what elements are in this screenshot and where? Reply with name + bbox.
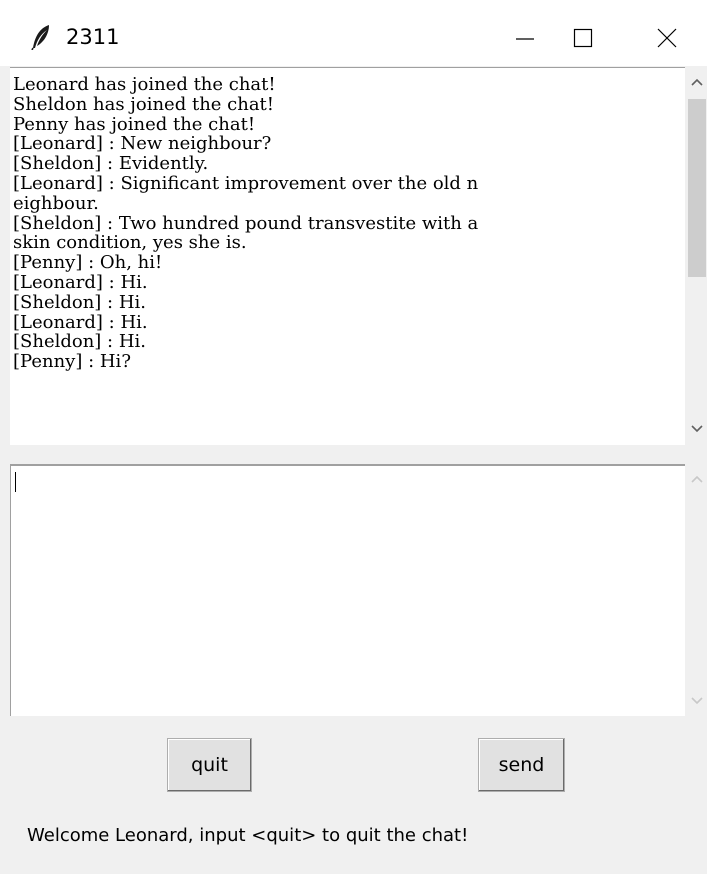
chat-line: [Leonard] : Hi. — [13, 311, 148, 333]
maximize-button[interactable] — [548, 10, 618, 66]
chat-log-scrollbar[interactable] — [686, 67, 707, 444]
minimize-icon — [515, 28, 535, 48]
chat-line: [Leonard] : New neighbour? — [13, 133, 272, 155]
chat-line: eighbour. — [13, 192, 99, 214]
close-icon — [657, 28, 677, 48]
window-title: 2311 — [66, 25, 120, 49]
quit-button[interactable]: quit — [167, 738, 252, 792]
send-button[interactable]: send — [478, 738, 565, 792]
status-message: Welcome Leonard, input <quit> to quit th… — [27, 825, 469, 846]
chat-line: [Penny] : Hi? — [13, 351, 131, 373]
scroll-up-arrow-icon[interactable] — [686, 67, 707, 97]
chat-line: [Leonard] : Significant improvement over… — [13, 172, 479, 194]
scroll-down-arrow-icon[interactable] — [686, 414, 707, 444]
chat-window: 2311 Leonard has joined the chat! Sheldon… — [0, 0, 707, 874]
chat-line: [Sheldon] : Hi. — [13, 291, 147, 313]
chat-line: [Sheldon] : Two hundred pound transvesti… — [13, 212, 479, 234]
message-input[interactable] — [10, 464, 685, 716]
chat-line: [Leonard] : Hi. — [13, 271, 148, 293]
feather-icon — [30, 24, 52, 51]
chat-lines: Leonard has joined the chat! Sheldon has … — [10, 68, 685, 372]
close-button[interactable] — [632, 10, 702, 66]
chat-log[interactable]: Leonard has joined the chat! Sheldon has … — [10, 67, 685, 445]
chat-line: Leonard has joined the chat! — [13, 74, 276, 95]
chat-line: Sheldon has joined the chat! — [13, 93, 275, 115]
chat-line: [Sheldon] : Evidently. — [13, 153, 209, 175]
scroll-thumb[interactable] — [688, 99, 706, 277]
title-bar[interactable]: 2311 — [0, 0, 707, 66]
scroll-down-arrow-icon[interactable] — [686, 686, 707, 716]
text-caret — [15, 472, 16, 492]
maximize-icon — [573, 28, 593, 48]
chat-line: Penny has joined the chat! — [13, 113, 256, 135]
chat-line: skin condition, yes she is. — [13, 232, 247, 254]
input-scrollbar[interactable] — [686, 464, 707, 716]
chat-line: [Penny] : Oh, hi! — [13, 252, 163, 274]
scroll-up-arrow-icon[interactable] — [686, 464, 707, 494]
chat-line: [Sheldon] : Hi. — [13, 331, 147, 353]
